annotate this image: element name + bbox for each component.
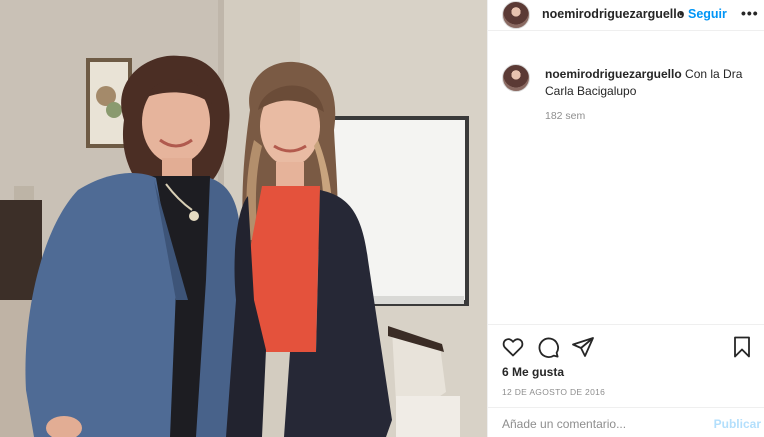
- heart-icon[interactable]: [501, 335, 525, 359]
- header-separator: •: [679, 7, 684, 21]
- more-options-icon[interactable]: •••: [741, 5, 759, 21]
- caption-avatar[interactable]: [502, 64, 530, 92]
- post-header: noemirodriguezarguello • Seguir •••: [488, 0, 764, 31]
- follow-button[interactable]: Seguir: [688, 7, 727, 21]
- comment-bubble-icon[interactable]: [536, 335, 560, 359]
- add-comment-bar: Añade un comentario... Publicar: [488, 407, 764, 437]
- paper-plane-icon[interactable]: [571, 335, 595, 359]
- caption-username[interactable]: noemirodriguezarguello: [545, 67, 682, 81]
- post-date[interactable]: 12 DE AGOSTO DE 2016: [502, 387, 605, 397]
- caption-timestamp[interactable]: 182 sem: [545, 110, 585, 122]
- likes-count[interactable]: 6 Me gusta: [502, 365, 564, 379]
- publish-button[interactable]: Publicar: [714, 417, 761, 431]
- avatar[interactable]: [502, 1, 530, 29]
- post-photo[interactable]: [0, 0, 487, 437]
- post-side-panel: noemirodriguezarguello • Seguir ••• noem…: [487, 0, 764, 437]
- action-bar: 6 Me gusta 12 DE AGOSTO DE 2016: [488, 324, 764, 397]
- photo-scene: [0, 0, 487, 437]
- bookmark-icon[interactable]: [730, 335, 754, 359]
- comment-input[interactable]: Añade un comentario...: [502, 417, 626, 431]
- header-username[interactable]: noemirodriguezarguello: [542, 7, 684, 21]
- caption: noemirodriguezarguello Con la Dra Carla …: [545, 66, 750, 100]
